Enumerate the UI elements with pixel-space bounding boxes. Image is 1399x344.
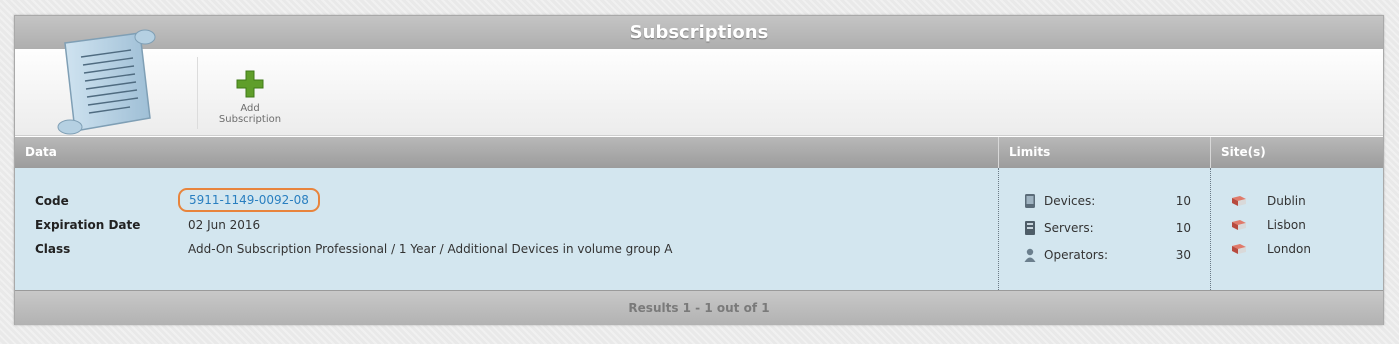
server-icon [1025,221,1035,235]
limit-value-servers: 10 [1175,221,1191,235]
code-label: Code [35,194,69,208]
limit-value-operators: 30 [1175,248,1191,262]
expiration-value: 02 Jun 2016 [188,218,261,232]
results-footer: Results 1 - 1 out of 1 [15,290,1383,325]
limit-label-servers: Servers: [1044,221,1094,235]
site-books-icon [1232,244,1246,254]
column-header-sites: Site(s) [1210,137,1383,168]
column-divider [1210,168,1211,290]
add-label-line2: Subscription [218,114,282,125]
site-books-icon [1232,196,1246,206]
plus-icon [236,70,264,98]
scroll-document-icon [57,29,156,135]
toolbar-divider [197,57,198,129]
subscriptions-panel: Subscriptions Add Subscription Data Limi… [14,15,1384,325]
site-name-lisbon: Lisbon [1267,218,1306,232]
operator-icon [1024,248,1036,262]
limit-value-devices: 10 [1175,194,1191,208]
site-books-icon [1232,220,1246,230]
class-value: Add-On Subscription Professional / 1 Yea… [188,242,673,256]
device-icon [1025,194,1035,208]
limit-label-devices: Devices: [1044,194,1096,208]
add-label-line1: Add [240,103,260,114]
site-name-dublin: Dublin [1267,194,1306,208]
column-header-limits: Limits [998,137,1210,168]
column-divider [998,168,999,290]
add-subscription-button[interactable]: Add Subscription [211,69,289,127]
site-name-london: London [1267,242,1311,256]
column-header-data: Data [15,137,998,168]
class-label: Class [35,242,71,256]
page-title: Subscriptions [15,16,1383,49]
subscription-code-link[interactable]: 5911-1149-0092-08 [178,188,320,212]
table-row: Code 5911-1149-0092-08 Expiration Date 0… [15,168,1383,290]
toolbar: Add Subscription [15,29,1383,136]
limit-label-operators: Operators: [1044,248,1109,262]
expiration-label: Expiration Date [35,218,141,232]
